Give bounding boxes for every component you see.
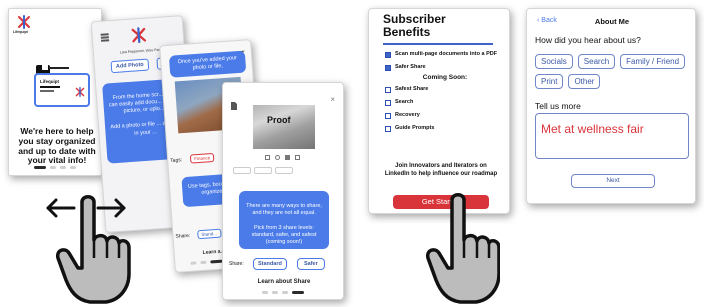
onboarding-collage: Lifequipt Lifequipt We're here to help y… bbox=[0, 0, 704, 307]
checkbox-empty-icon bbox=[385, 87, 391, 93]
linkedin-join-text: Join Innovators and Iterators on LinkedI… bbox=[384, 163, 498, 177]
referral-question: How did you hear about us? bbox=[535, 35, 641, 45]
safer-share-button[interactable]: Safer bbox=[297, 258, 325, 270]
tags-label: Tags: bbox=[170, 157, 183, 164]
lifequipt-logo-icon bbox=[75, 84, 85, 102]
option-family-friend[interactable]: Family / Friend bbox=[620, 54, 686, 69]
tag-chip[interactable]: Finance bbox=[189, 152, 215, 164]
coming-soon-label: Coming Soon: bbox=[422, 74, 468, 81]
share-standard-chip[interactable]: Stand... bbox=[197, 228, 222, 240]
hamburger-icon[interactable] bbox=[100, 33, 110, 42]
subscriber-benefits-screen: Subscriber Benefits Scan multi-page docu… bbox=[368, 8, 510, 214]
standard-share-button[interactable]: Standard bbox=[253, 258, 287, 270]
tutorial-bubble-top: Once you've added your photo or file, bbox=[168, 50, 247, 79]
welcome-message: We're here to help you stay organized an… bbox=[18, 126, 96, 166]
document-icon bbox=[231, 97, 237, 115]
page-title: About Me bbox=[594, 17, 630, 26]
learn-about-share-link[interactable]: Learn about Share bbox=[223, 279, 343, 285]
tell-us-more-label: Tell us more bbox=[535, 101, 581, 111]
benefit-item: Recovery bbox=[385, 112, 505, 119]
tell-us-more-field[interactable]: Met at wellness fair bbox=[535, 113, 689, 159]
referral-options: Socials Search Family / Friend Print Oth… bbox=[535, 54, 695, 89]
share-label: Share: bbox=[175, 232, 191, 240]
checkbox-empty-icon bbox=[385, 126, 391, 132]
card-label: Lifequipt bbox=[40, 79, 59, 84]
page-indicator bbox=[262, 291, 304, 294]
lifequipt-logo-icon bbox=[17, 15, 31, 29]
photo-preview: Proof bbox=[253, 105, 315, 149]
option-socials[interactable]: Socials bbox=[535, 54, 573, 69]
option-print[interactable]: Print bbox=[535, 74, 564, 89]
add-photo-button[interactable]: Add Photo bbox=[110, 58, 150, 74]
logo-label: Lifequipt bbox=[13, 30, 28, 34]
benefit-item: Search bbox=[385, 99, 505, 106]
option-search[interactable]: Search bbox=[577, 54, 616, 69]
folder-illustration: Lifequipt bbox=[34, 65, 91, 107]
page-indicator bbox=[34, 166, 76, 169]
share-tutorial-bubble: There are many ways to share, and they a… bbox=[239, 191, 329, 249]
welcome-screen: Lifequipt Lifequipt We're here to help y… bbox=[8, 8, 102, 176]
media-controls bbox=[265, 155, 300, 160]
benefit-item: Scan multi-page documents into a PDF bbox=[385, 51, 505, 58]
pointing-hand-icon bbox=[55, 192, 132, 307]
benefits-list: Scan multi-page documents into a PDF Saf… bbox=[385, 51, 505, 138]
checkbox-empty-icon bbox=[385, 113, 391, 119]
proof-label: Proof bbox=[267, 115, 291, 125]
benefit-item: Safer Share bbox=[385, 64, 505, 71]
share-label: Share: bbox=[229, 261, 244, 267]
option-other[interactable]: Other bbox=[568, 74, 601, 89]
benefits-title: Subscriber Benefits bbox=[383, 12, 446, 40]
benefit-item: Safest Share bbox=[385, 86, 505, 93]
lifequipt-logo-icon bbox=[130, 27, 147, 49]
checkbox-checked-icon bbox=[385, 65, 391, 71]
pointing-hand-icon bbox=[420, 190, 501, 307]
checkbox-empty-icon bbox=[385, 100, 391, 106]
about-me-screen: ‹ Back About Me How did you hear about u… bbox=[526, 8, 696, 204]
title-underline bbox=[383, 43, 493, 45]
close-icon[interactable]: × bbox=[330, 95, 335, 104]
tag-row-placeholder bbox=[233, 167, 293, 174]
checkbox-checked-icon bbox=[385, 52, 391, 58]
next-button[interactable]: Next bbox=[571, 174, 655, 188]
benefit-item: Guide Prompts bbox=[385, 125, 505, 132]
share-levels-screen: × Proof There are many ways to share, an… bbox=[222, 82, 344, 300]
